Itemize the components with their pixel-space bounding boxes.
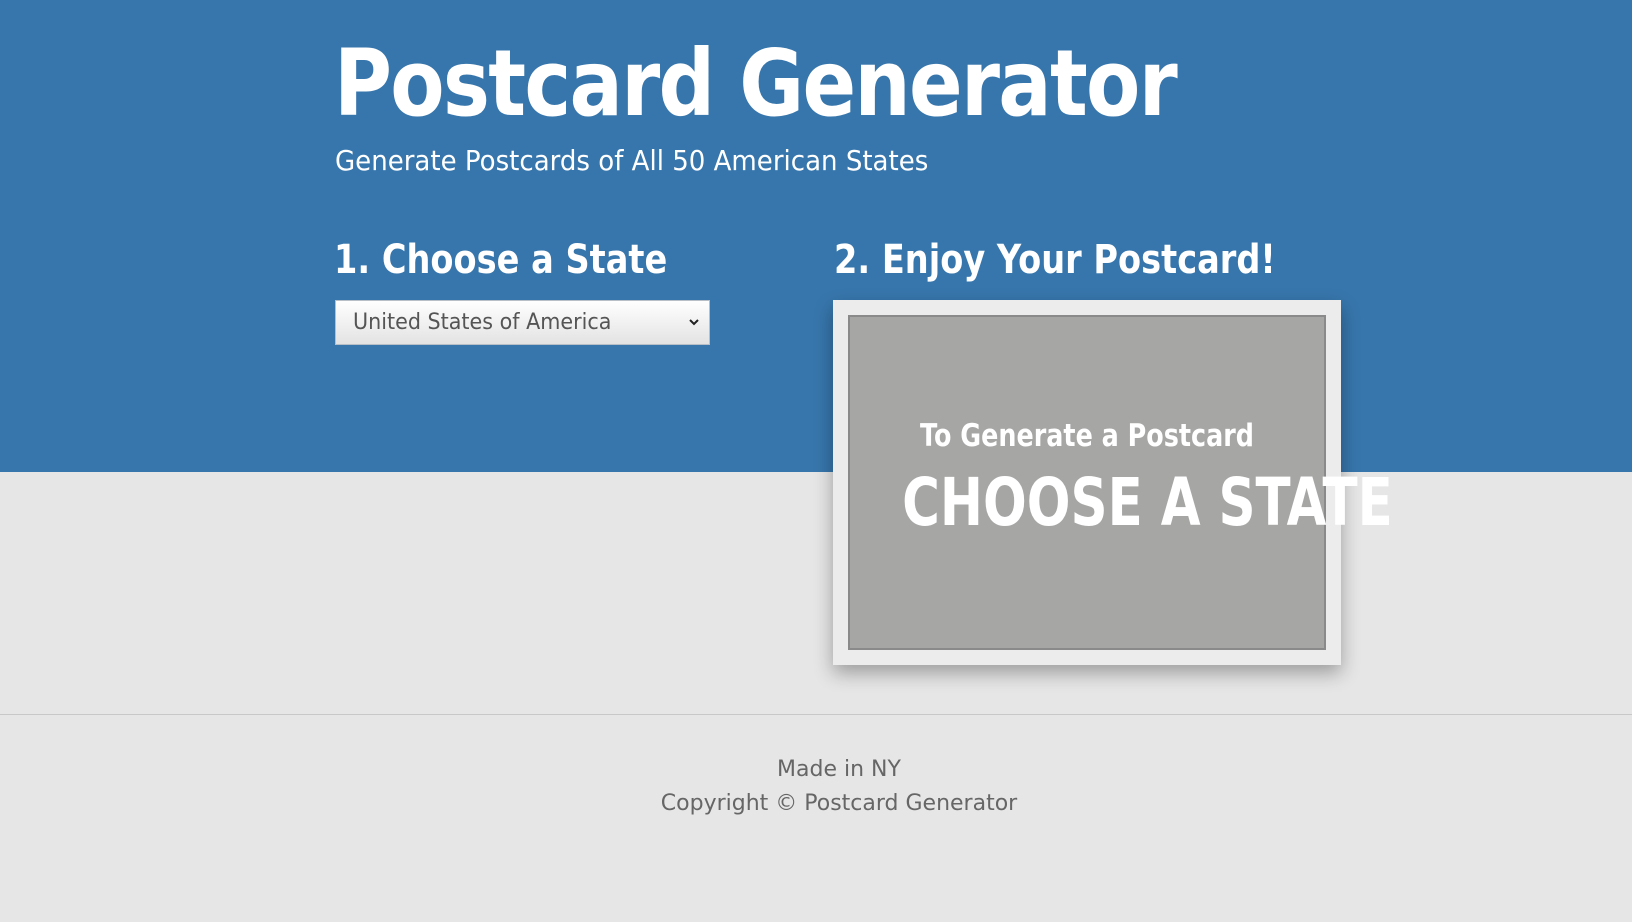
footer-divider (0, 714, 1632, 715)
postcard-preview: To Generate a Postcard CHOOSE A STATE (833, 300, 1393, 665)
state-select-value: United States of America (353, 310, 612, 335)
page-subtitle: Generate Postcards of All 50 American St… (335, 144, 929, 177)
footer-copyright: Copyright © Postcard Generator (660, 791, 1018, 816)
state-select[interactable]: United States of America (335, 300, 710, 345)
postcard-call-to-action: CHOOSE A STATE (902, 464, 1393, 541)
postcard-face: To Generate a Postcard CHOOSE A STATE (848, 315, 1393, 650)
postcard-instruction: To Generate a Postcard (920, 418, 1254, 454)
enjoy-postcard-heading: 2. Enjoy Your Postcard! (834, 237, 1276, 283)
choose-state-heading: 1. Choose a State (334, 237, 668, 283)
footer-made-in: Made in NY (777, 757, 901, 782)
chevron-down-icon (689, 319, 699, 326)
page-title: Postcard Generator (334, 30, 1178, 137)
